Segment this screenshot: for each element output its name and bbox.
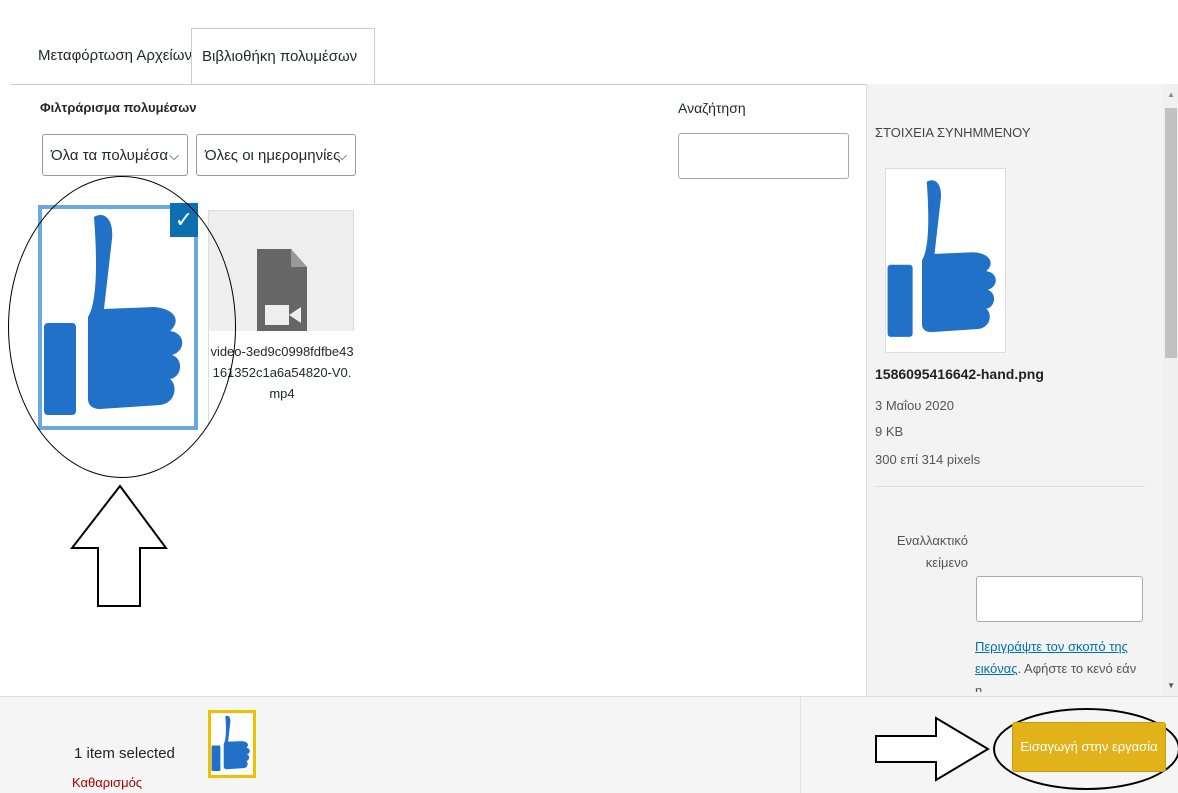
tab-media-library[interactable]: Βιβλιοθήκη πολυμέσων [191, 28, 375, 85]
chevron-down-icon: ⌵ [337, 148, 347, 163]
chevron-down-icon: ⌵ [169, 148, 179, 163]
arrow-right-icon [875, 716, 990, 782]
date-filter-value: Όλες οι ημερομηνίες [205, 147, 341, 164]
tab-divider [10, 84, 866, 85]
alt-text-label: Εναλλακτικό κείμενο [896, 533, 968, 570]
attachment-filename: 1586095416642-hand.png [875, 366, 1044, 382]
top-edge [0, 0, 1178, 10]
search-label: Αναζήτηση [678, 100, 746, 116]
attachment-size: 9 KB [875, 424, 904, 439]
thumbs-up-icon [211, 715, 250, 771]
scroll-up-icon[interactable]: ▲ [1167, 90, 1175, 99]
sidebar-scrollbar[interactable]: ▲ ▼ [1163, 84, 1178, 696]
filter-title: Φιλτράρισμα πολυμέσων [40, 100, 197, 115]
attachment-preview [885, 168, 1006, 353]
alt-text-help: Περιγράψτε τον σκοπό της εικόνας. Αφήστε… [975, 636, 1143, 692]
attachment-details-title: ΣΤΟΙΧΕΙΑ ΣΥΝΗΜΜΕΝΟΥ [875, 125, 1031, 140]
media-type-select[interactable]: Όλα τα πολυμέσα ⌵ [42, 134, 188, 176]
tab-upload-files[interactable]: Μεταφόρτωση Αρχείων [28, 28, 198, 84]
search-input[interactable] [678, 133, 849, 179]
selected-item-thumbnail[interactable] [208, 710, 256, 778]
toolbar-divider [800, 697, 801, 793]
clear-selection-link[interactable]: Καθαρισμός [72, 775, 142, 790]
alt-text-input[interactable] [976, 576, 1143, 622]
media-type-value: Όλα τα πολυμέσα [51, 147, 169, 164]
highlight-circle [8, 176, 236, 478]
scroll-down-icon[interactable]: ▼ [1167, 681, 1175, 690]
attachment-dimensions: 300 επί 314 pixels [875, 452, 981, 467]
video-file-icon [257, 249, 307, 331]
scrollbar-thumb[interactable] [1165, 108, 1177, 358]
attachment-date: 3 Μαΐου 2020 [875, 398, 954, 413]
sidebar-divider [875, 486, 1145, 487]
selection-count: 1 item selected [74, 745, 175, 762]
date-filter-select[interactable]: Όλες οι ημερομηνίες ⌵ [196, 134, 356, 176]
thumbs-up-icon [887, 180, 996, 337]
insert-into-post-button[interactable]: Εισαγωγή στην εργασία [1012, 722, 1166, 772]
arrow-up-icon [70, 484, 168, 607]
